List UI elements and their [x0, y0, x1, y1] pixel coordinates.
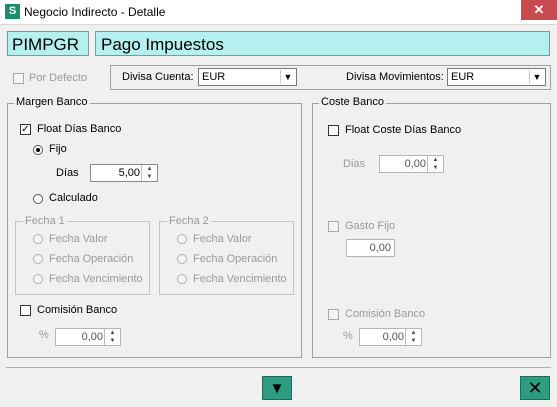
- margen-comision-label: Comisión Banco: [37, 304, 118, 316]
- window-title: Negocio Indirecto - Detalle: [24, 5, 166, 19]
- coste-banco-legend: Coste Banco: [319, 96, 386, 108]
- spin-up-icon[interactable]: ▲: [105, 329, 120, 337]
- chevron-down-icon[interactable]: ▼: [529, 70, 544, 84]
- fecha2-vencimiento-label: Fecha Vencimiento: [193, 273, 287, 285]
- app-icon: S: [5, 4, 20, 19]
- fecha1-operacion-radio[interactable]: [33, 254, 43, 264]
- window-close-button[interactable]: ✕: [521, 0, 557, 20]
- fecha2-legend: Fecha 2: [167, 215, 211, 227]
- name-field[interactable]: Pago Impuestos: [95, 31, 550, 56]
- coste-comision-stepper[interactable]: 0,00 ▲ ▼: [359, 328, 422, 346]
- fecha2-valor-radio[interactable]: [177, 234, 187, 244]
- fecha1-legend: Fecha 1: [23, 215, 67, 227]
- fecha1-vencimiento-radio[interactable]: [33, 274, 43, 284]
- por-defecto-label: Por Defecto: [29, 72, 88, 84]
- dias-value: 5,00: [118, 167, 140, 179]
- gasto-fijo-checkbox[interactable]: [328, 221, 339, 232]
- coste-dias-stepper[interactable]: 0,00 ▲ ▼: [379, 155, 444, 173]
- footer-divider: [6, 367, 551, 368]
- margen-banco-legend: Margen Banco: [14, 96, 90, 108]
- spin-down-icon[interactable]: ▼: [406, 337, 421, 345]
- margen-comision-stepper[interactable]: 0,00 ▲ ▼: [55, 328, 121, 346]
- coste-pct-label: %: [343, 330, 353, 342]
- spin-down-icon[interactable]: ▼: [142, 173, 157, 181]
- float-dias-banco-label: Float Días Banco: [37, 123, 122, 135]
- gasto-fijo-field[interactable]: 0,00: [346, 239, 395, 257]
- coste-comision-value: 0,00: [382, 331, 404, 343]
- fecha2-operacion-label: Fecha Operación: [193, 253, 278, 265]
- margen-comision-checkbox[interactable]: [20, 305, 31, 316]
- margen-comision-value: 0,00: [81, 331, 103, 343]
- float-coste-checkbox[interactable]: [328, 125, 339, 136]
- divisa-cuenta-value: EUR: [202, 71, 226, 83]
- coste-dias-value: 0,00: [404, 158, 426, 170]
- fijo-radio[interactable]: [33, 145, 43, 155]
- dias-stepper[interactable]: 5,00 ▲ ▼: [90, 164, 158, 182]
- chevron-down-icon[interactable]: ▼: [280, 70, 295, 84]
- spin-up-icon[interactable]: ▲: [428, 156, 443, 164]
- coste-dias-label: Dias: [343, 158, 366, 170]
- margen-pct-label: %: [39, 329, 49, 341]
- calculado-label: Calculado: [49, 192, 98, 204]
- divisa-movimientos-select[interactable]: EUR ▼: [447, 68, 546, 86]
- next-button[interactable]: ▼: [262, 376, 292, 400]
- coste-comision-label: Comisión Banco: [345, 308, 426, 320]
- coste-comision-checkbox[interactable]: [328, 309, 339, 320]
- dias-label: Días: [56, 167, 79, 179]
- spin-up-icon[interactable]: ▲: [142, 165, 157, 173]
- gasto-fijo-value: 0,00: [369, 242, 391, 254]
- fecha2-operacion-radio[interactable]: [177, 254, 187, 264]
- fecha1-valor-radio[interactable]: [33, 234, 43, 244]
- spin-up-icon[interactable]: ▲: [406, 329, 421, 337]
- divisa-movimientos-value: EUR: [451, 71, 475, 83]
- fecha2-valor-label: Fecha Valor: [193, 233, 252, 245]
- gasto-fijo-label: Gasto Fijo: [345, 220, 396, 232]
- calculado-radio[interactable]: [33, 194, 43, 204]
- float-coste-label: Float Coste Días Banco: [345, 124, 462, 136]
- fecha2-vencimiento-radio[interactable]: [177, 274, 187, 284]
- fijo-label: Fijo: [49, 143, 67, 155]
- divisa-cuenta-select[interactable]: EUR ▼: [198, 68, 297, 86]
- fecha1-operacion-label: Fecha Operación: [49, 253, 134, 265]
- code-field[interactable]: PIMPGR: [7, 31, 89, 56]
- divisa-cuenta-label: Divisa Cuenta:: [122, 71, 194, 83]
- spin-down-icon[interactable]: ▼: [105, 337, 120, 345]
- spin-down-icon[interactable]: ▼: [428, 164, 443, 172]
- fecha1-vencimiento-label: Fecha Vencimiento: [49, 273, 143, 285]
- fecha1-valor-label: Fecha Valor: [49, 233, 108, 245]
- divisa-movimientos-label: Divisa Movimientos:: [346, 71, 444, 83]
- close-button[interactable]: ✕: [520, 376, 550, 400]
- float-dias-banco-checkbox[interactable]: ✓: [20, 124, 31, 135]
- por-defecto-checkbox[interactable]: [13, 73, 24, 84]
